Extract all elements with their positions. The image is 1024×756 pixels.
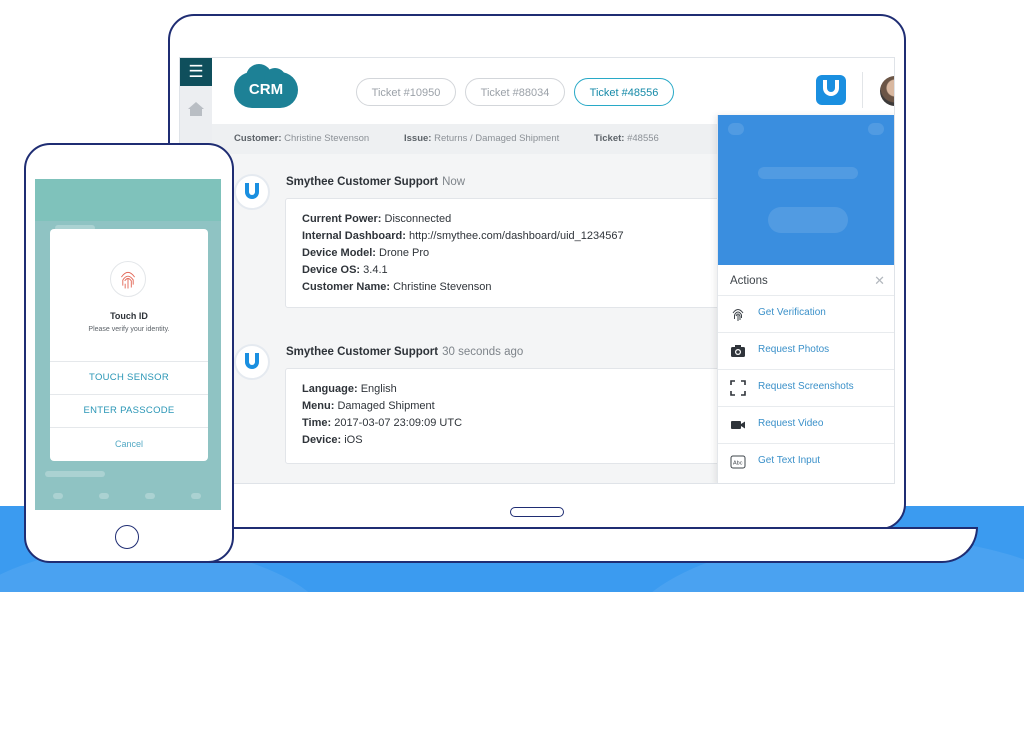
touch-id-dialog: Touch ID Please verify your identity. TO… [50, 229, 208, 461]
touch-sensor-button[interactable]: TOUCH SENSOR [50, 361, 208, 394]
u-logo-icon[interactable] [816, 75, 846, 105]
dashboard-link[interactable]: http://smythee.com/dashboard/uid_1234567 [409, 230, 624, 242]
message-sender: Smythee Customer Support [286, 346, 439, 358]
phone-home-button[interactable] [115, 525, 139, 549]
tab-ticket-48556[interactable]: Ticket #48556 [574, 78, 674, 106]
message-header: Smythee Customer Support Now [286, 176, 465, 188]
info-row: Language: English [302, 383, 397, 395]
text-input-icon: Abc [730, 455, 746, 469]
fingerprint-icon [110, 261, 146, 297]
action-request-screenshots[interactable]: Request Screenshots [718, 369, 894, 407]
action-request-photos[interactable]: Request Photos [718, 332, 894, 370]
enter-passcode-button[interactable]: ENTER PASSCODE [50, 394, 208, 427]
info-row: Menu: Damaged Shipment [302, 400, 435, 412]
hamburger-menu-icon[interactable]: ☰ [180, 58, 212, 86]
issue-key: Issue: [404, 133, 432, 144]
action-label: Request Video [758, 418, 824, 429]
info-row: Device OS: 3.4.1 [302, 264, 388, 276]
divider [862, 72, 863, 108]
avatar[interactable] [880, 76, 894, 106]
customer-key: Customer: [234, 133, 282, 144]
message-header: Smythee Customer Support 30 seconds ago [286, 346, 523, 358]
crm-app-screen: ☰ CRM Ticket #10950 Ticket #88034 Ticket… [179, 57, 895, 484]
cancel-button[interactable]: Cancel [50, 427, 208, 460]
close-icon[interactable]: ✕ [874, 273, 885, 289]
camera-icon [731, 345, 745, 357]
action-label: Get Text Input [758, 455, 821, 466]
laptop-notch [510, 507, 564, 517]
fingerprint-icon [732, 309, 744, 321]
info-row: Device Model: Drone Pro [302, 247, 430, 259]
actions-panel: Actions ✕ Get Verification Request Photo… [717, 115, 894, 483]
ticket-key: Ticket: [594, 133, 625, 144]
support-avatar [234, 174, 270, 210]
action-request-video[interactable]: Request Video [718, 406, 894, 444]
message-time: 30 seconds ago [442, 346, 524, 358]
actions-title: Actions [730, 275, 768, 287]
issue-value: Returns / Damaged Shipment [434, 133, 560, 144]
message-card: Language: English Menu: Damaged Shipment… [285, 368, 745, 464]
info-row: Internal Dashboard: http://smythee.com/d… [302, 230, 624, 242]
message-sender: Smythee Customer Support [286, 176, 439, 188]
action-get-text-input[interactable]: Abc Get Text Input [718, 443, 894, 481]
svg-text:Abc: Abc [733, 461, 743, 467]
ticket-value: #48556 [627, 133, 659, 144]
customer-value: Christine Stevenson [284, 133, 370, 144]
info-row: Device: iOS [302, 434, 363, 446]
message-time: Now [442, 176, 466, 188]
info-row: Customer Name: Christine Stevenson [302, 281, 492, 293]
action-get-verification[interactable]: Get Verification [718, 295, 894, 333]
message-card: Current Power: Disconnected Internal Das… [285, 198, 745, 308]
action-label: Request Photos [758, 344, 830, 355]
crm-logo[interactable]: CRM [234, 64, 298, 108]
actions-header-blurred [718, 115, 894, 265]
action-label: Request Screenshots [758, 381, 854, 392]
screenshot-icon [730, 380, 746, 396]
home-icon[interactable] [187, 100, 205, 118]
touch-id-title: Touch ID [110, 311, 148, 321]
action-label: Get Verification [758, 307, 826, 318]
video-icon [731, 421, 745, 429]
info-row: Time: 2017-03-07 23:09:09 UTC [302, 417, 463, 429]
support-avatar [234, 344, 270, 380]
tab-ticket-10950[interactable]: Ticket #10950 [356, 78, 456, 106]
touch-id-subtitle: Please verify your identity. [88, 326, 170, 333]
phone-top-strip [35, 179, 221, 221]
info-row: Current Power: Disconnected [302, 213, 452, 225]
tab-ticket-88034[interactable]: Ticket #88034 [465, 78, 565, 106]
